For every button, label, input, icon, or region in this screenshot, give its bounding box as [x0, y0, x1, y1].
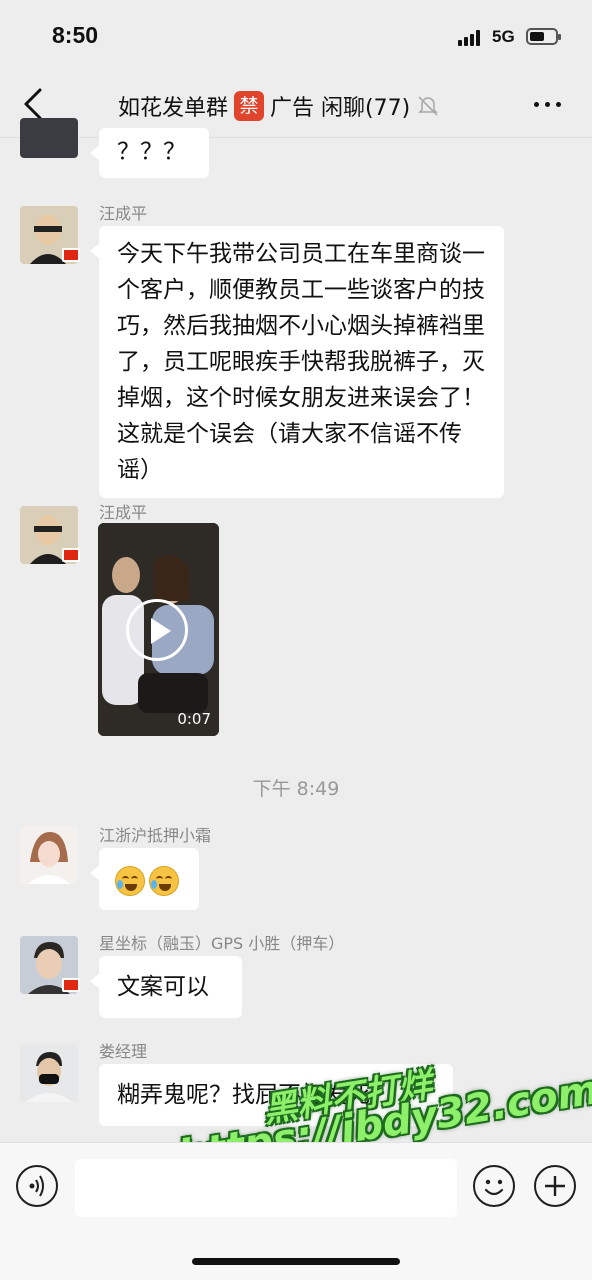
- sender-name: 娄经理: [99, 1042, 148, 1061]
- crying-laughing-emoji-icon: [115, 865, 145, 896]
- avatar[interactable]: [20, 1044, 78, 1102]
- status-bar: 8:50 5G: [0, 0, 592, 72]
- message-bubble[interactable]: 今天下午我带公司员工在车里商谈一个客户，顺便教员工一些谈客户的技巧，然后我抽烟不…: [90, 226, 504, 498]
- flag-icon: [62, 248, 80, 262]
- more-icon[interactable]: [532, 96, 564, 112]
- status-time: 8:50: [52, 22, 99, 48]
- sender-name: 星坐标（融玉）GPS 小胜（押车）: [99, 934, 345, 953]
- video-message[interactable]: 0:07: [98, 523, 219, 736]
- message-text: 今天下午我带公司员工在车里商谈一个客户，顺便教员工一些谈客户的技巧，然后我抽烟不…: [117, 241, 485, 483]
- chat-title: 如花发单群 禁 广告 闲聊(77): [118, 90, 440, 122]
- home-indicator: [192, 1258, 400, 1265]
- mute-icon: [418, 96, 439, 116]
- plus-icon[interactable]: [534, 1165, 576, 1207]
- avatar[interactable]: [20, 826, 78, 884]
- chat-header: 如花发单群 禁 广告 闲聊(77): [0, 72, 592, 138]
- time-separator: 下午 8:49: [252, 778, 340, 800]
- flag-icon: [62, 548, 80, 562]
- message-bubble[interactable]: ？？？: [90, 128, 209, 178]
- message-bubble[interactable]: 文案可以: [90, 956, 242, 1018]
- voice-icon[interactable]: [16, 1165, 58, 1207]
- battery-icon: [526, 28, 561, 45]
- group-name: 如花发单群: [118, 96, 229, 121]
- ban-badge: 禁: [234, 91, 265, 121]
- play-icon[interactable]: [126, 599, 188, 661]
- message-input[interactable]: [75, 1159, 457, 1217]
- group-subtitle: 广告 闲聊(77): [270, 96, 411, 121]
- sender-name: 汪成平: [99, 503, 148, 522]
- crying-laughing-emoji-icon: [149, 865, 179, 896]
- avatar[interactable]: [20, 118, 78, 158]
- sender-name: 汪成平: [99, 204, 148, 223]
- message-bubble[interactable]: [90, 848, 199, 910]
- back-icon[interactable]: [18, 86, 48, 122]
- video-duration: 0:07: [177, 710, 211, 728]
- flag-icon: [62, 978, 80, 992]
- message-text: ？？？: [117, 139, 186, 165]
- signal-icon: [458, 30, 484, 46]
- emoji-icon[interactable]: [473, 1165, 515, 1207]
- network-label: 5G: [492, 27, 515, 46]
- message-text: 文案可以: [117, 974, 209, 1000]
- sender-name: 江浙沪抵押小霜: [99, 826, 212, 845]
